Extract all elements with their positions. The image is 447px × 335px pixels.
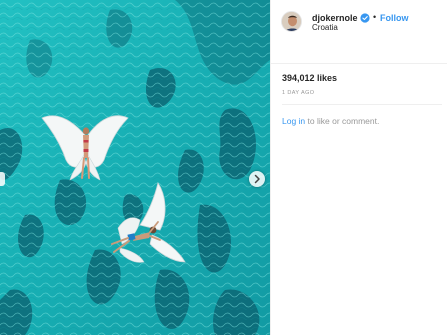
verified-badge-icon [360, 13, 370, 23]
post-header: djokernole • Follow Croatia [271, 0, 447, 64]
aerial-sea-image [0, 0, 270, 335]
chevron-right-icon [254, 174, 260, 184]
likes-count[interactable]: 394,012 likes [282, 73, 337, 83]
instagram-post: djokernole • Follow Croatia 394,012 like… [0, 0, 447, 335]
post-timestamp[interactable]: 1 DAY AGO [282, 90, 314, 96]
post-side-panel: djokernole • Follow Croatia 394,012 like… [270, 0, 447, 335]
carousel-edge-indicator [0, 172, 5, 186]
avatar[interactable] [281, 11, 302, 32]
username-link[interactable]: djokernole [312, 13, 358, 23]
post-photo[interactable] [0, 0, 270, 335]
divider [282, 104, 442, 105]
follow-button[interactable]: Follow [380, 13, 409, 23]
login-prompt: Log in to like or comment. [282, 116, 379, 126]
login-prompt-text: to like or comment. [305, 116, 380, 126]
separator-dot: • [373, 12, 377, 22]
location-link[interactable]: Croatia [312, 23, 338, 32]
next-photo-button[interactable] [249, 171, 265, 187]
login-link[interactable]: Log in [282, 116, 305, 126]
profile-picture [282, 12, 301, 31]
